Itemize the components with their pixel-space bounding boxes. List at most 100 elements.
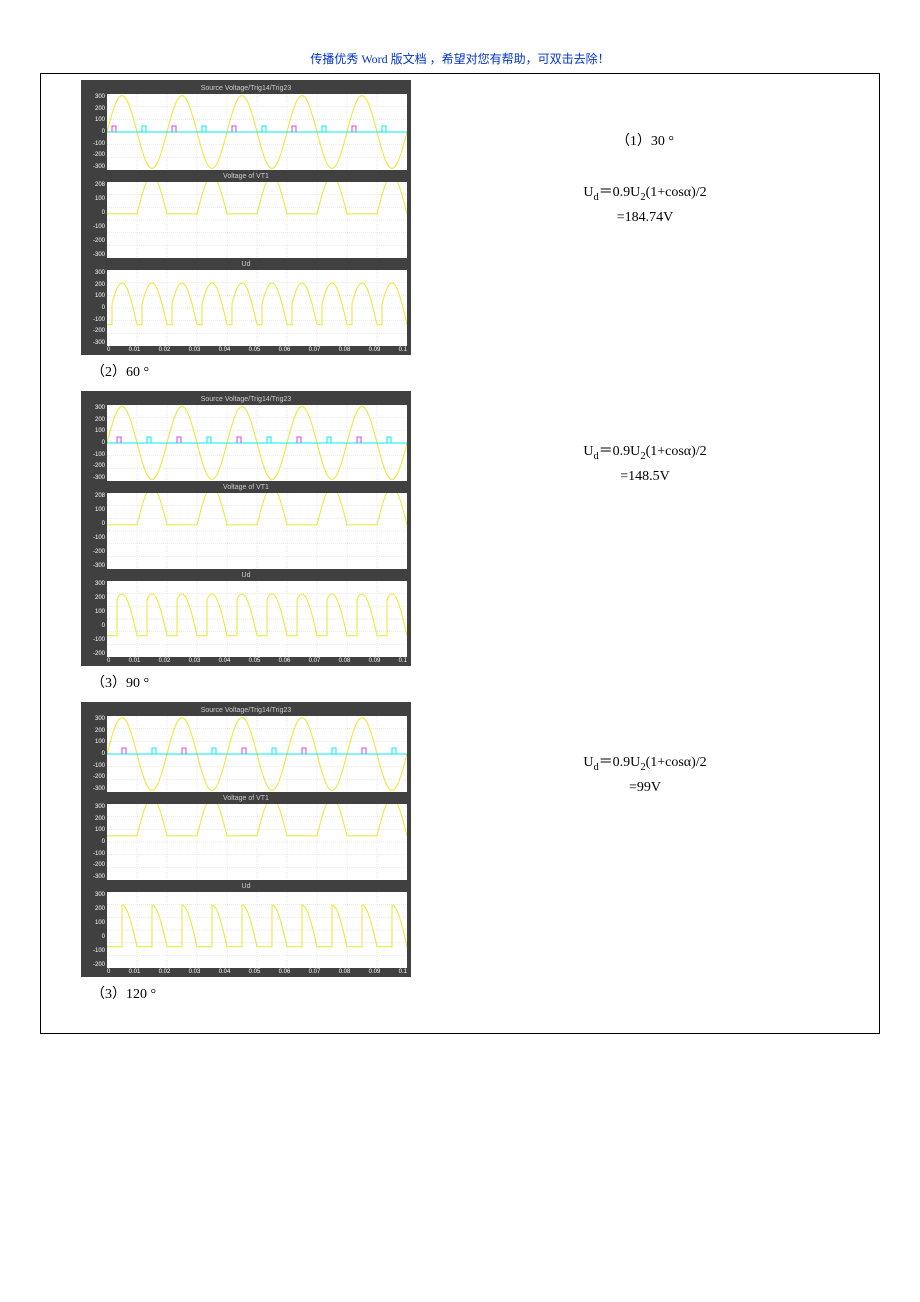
y-tick: 200	[85, 906, 105, 912]
plot-area	[107, 493, 407, 569]
y-tick: 100	[85, 507, 105, 513]
y-axis: 3002001000-100-200-300	[85, 94, 107, 170]
y-tick: 0	[85, 623, 105, 629]
case-30-row: Source Voltage/Trig14/Trig23 300 200 100 0 -…	[71, 80, 849, 355]
y-tick: 100	[85, 293, 105, 299]
y-tick: 300	[85, 94, 105, 100]
subplot-title: Ud	[85, 260, 407, 270]
y-tick: -200	[85, 549, 105, 555]
subplot-title: Voltage of VT1	[85, 172, 407, 182]
plot-area	[107, 405, 407, 481]
x-tick: 0.02	[159, 347, 171, 353]
subplot-title: Ud	[85, 882, 407, 892]
subplot-title: Source Voltage/Trig14/Trig23	[85, 395, 407, 405]
f90-result: =99V	[629, 780, 661, 795]
y-axis: 3002001000-100-200-300	[85, 804, 107, 880]
x-tick: 0.06	[279, 969, 291, 975]
y-tick: -300	[85, 252, 105, 258]
y-axis: 3002001000-100-200-300	[85, 716, 107, 792]
subplot-30-vt1: Voltage of VT1 2081000-100-200-300	[85, 172, 407, 258]
y-tick: 300	[85, 804, 105, 810]
y-tick: -100	[85, 141, 105, 147]
scope-90: Source Voltage/Trig14/Trig23 3002001000-…	[81, 702, 411, 977]
subplot-60-vt1: Voltage of VT1 2081000-100-200-300	[85, 483, 407, 569]
subplot-title: Voltage of VT1	[85, 483, 407, 493]
x-axis: 00.010.020.030.040.050.060.070.080.090.1	[107, 346, 407, 353]
y-axis: 3002001000-100-200	[85, 581, 107, 657]
x-tick: 0.02	[159, 658, 171, 664]
y-tick: -300	[85, 475, 105, 481]
y-tick: 300	[85, 581, 105, 587]
x-tick: 0.1	[399, 658, 407, 664]
y-tick: 0	[85, 210, 105, 216]
subplot-title: Source Voltage/Trig14/Trig23	[85, 84, 407, 94]
x-tick: 0.07	[309, 347, 321, 353]
x-tick: 0	[107, 658, 110, 664]
x-axis: 00.010.020.030.040.050.060.070.080.090.1	[107, 968, 407, 975]
x-tick: 0.06	[279, 658, 291, 664]
subplot-90-source: Source Voltage/Trig14/Trig23 3002001000-…	[85, 706, 407, 792]
x-tick: 0	[107, 969, 110, 975]
case-90-row: Source Voltage/Trig14/Trig23 3002001000-…	[71, 702, 849, 977]
y-tick: 300	[85, 270, 105, 276]
y-tick: -200	[85, 651, 105, 657]
y-tick: 200	[85, 816, 105, 822]
x-tick: 0.05	[249, 658, 261, 664]
x-tick: 0.1	[399, 347, 407, 353]
y-tick: 100	[85, 117, 105, 123]
y-tick: -100	[85, 535, 105, 541]
y-axis: 3002001000-100-200-300	[85, 270, 107, 346]
x-tick: 0.04	[219, 347, 231, 353]
x-tick: 0.09	[369, 969, 381, 975]
y-tick: 300	[85, 405, 105, 411]
f60-tail: (1+cosα)/2	[646, 444, 707, 459]
x-tick: 0.07	[309, 658, 321, 664]
y-tick: -100	[85, 452, 105, 458]
figure-90: Source Voltage/Trig14/Trig23 3002001000-…	[71, 702, 441, 977]
subplot-title: Ud	[85, 571, 407, 581]
y-tick: 0	[85, 521, 105, 527]
y-tick: -300	[85, 874, 105, 880]
y-tick: 208	[85, 182, 105, 188]
subplot-90-ud: Ud 3002001000-100-200 00.010.020.030.040…	[85, 882, 407, 975]
subplot-60-source: Source Voltage/Trig14/Trig23 3002001000-…	[85, 395, 407, 481]
plot-area	[107, 581, 407, 657]
y-axis: 2081000-100-200-300	[85, 182, 107, 258]
y-tick: 200	[85, 728, 105, 734]
figure-60: Source Voltage/Trig14/Trig23 3002001000-…	[71, 391, 441, 666]
f60-result: =148.5V	[620, 469, 670, 484]
formula-90: Ud＝0.9U2(1+cosα)/2 =99V	[583, 752, 706, 799]
y-tick: -100	[85, 224, 105, 230]
subplot-title: Voltage of VT1	[85, 794, 407, 804]
f30-result: =184.74V	[617, 210, 674, 225]
y-tick: -200	[85, 862, 105, 868]
case-60-label: （2）60 °	[91, 361, 849, 381]
figure-30: Source Voltage/Trig14/Trig23 300 200 100 0 -…	[71, 80, 441, 355]
y-tick: -100	[85, 317, 105, 323]
x-tick: 0.06	[279, 347, 291, 353]
y-tick: 0	[85, 129, 105, 135]
x-tick: 0.1	[399, 969, 407, 975]
y-tick: 0	[85, 751, 105, 757]
y-tick: 0	[85, 440, 105, 446]
content-frame: Source Voltage/Trig14/Trig23 3002001000-…	[40, 73, 880, 1034]
f90-tail: (1+cosα)/2	[646, 755, 707, 770]
y-tick: -300	[85, 164, 105, 170]
plot-area	[107, 270, 407, 346]
y-tick: 100	[85, 196, 105, 202]
y-tick: 200	[85, 417, 105, 423]
y-tick: 200	[85, 106, 105, 112]
f30-tail: (1+cosα)/2	[646, 185, 707, 200]
y-tick: 0	[85, 934, 105, 940]
f90-main: ＝0.9U	[599, 755, 641, 770]
scope-30: Source Voltage/Trig14/Trig23 300 200 100 0 -…	[81, 80, 411, 355]
sym-U: U	[583, 755, 593, 770]
y-tick: 100	[85, 609, 105, 615]
y-tick: -200	[85, 328, 105, 334]
y-axis: 3002001000-100-200-300	[85, 405, 107, 481]
plot-area	[107, 94, 407, 170]
x-tick: 0.03	[189, 658, 201, 664]
x-tick: 0.04	[219, 658, 231, 664]
x-tick: 0.09	[369, 347, 381, 353]
y-tick: 200	[85, 282, 105, 288]
